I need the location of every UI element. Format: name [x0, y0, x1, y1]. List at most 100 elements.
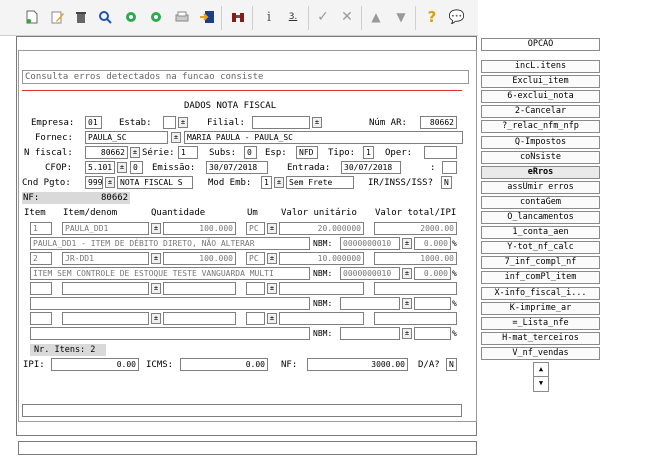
cnd-code-field[interactable]: 999 — [85, 176, 103, 189]
trash-icon[interactable] — [73, 9, 89, 25]
fornec-code-field[interactable]: PAULA_SC — [85, 131, 168, 144]
option-consiste[interactable]: coNsiste — [481, 150, 600, 164]
item-qty-field[interactable] — [163, 312, 236, 325]
option-o-lancamentos[interactable]: O_lancamentos — [481, 211, 600, 224]
option-2-cancelar[interactable]: 2-Cancelar — [481, 105, 600, 119]
estab-lookup-button[interactable]: ± — [178, 117, 188, 128]
um-lookup-button[interactable]: ± — [267, 283, 277, 294]
scroll-up-button[interactable]: ▲ — [534, 363, 548, 377]
item-qty-field[interactable]: 100.000 — [163, 222, 236, 235]
item-um-field[interactable]: PC — [246, 252, 265, 265]
item-number-field[interactable] — [30, 282, 52, 295]
esp-field[interactable]: NFD — [296, 146, 318, 159]
ipi-percent-field[interactable] — [414, 297, 451, 310]
item-lookup-button[interactable]: ± — [151, 283, 161, 294]
print-icon[interactable] — [174, 9, 190, 25]
item-code-field[interactable]: JR-DD1 — [62, 252, 149, 265]
tipo-field[interactable]: 1 — [363, 146, 374, 159]
item-qty-field[interactable]: 100.000 — [163, 252, 236, 265]
cfop-field[interactable]: 5.101 — [85, 161, 115, 174]
option-6-exclui-nota[interactable]: 6-exclui_nota — [481, 90, 600, 104]
info-i-icon[interactable]: i — [261, 9, 277, 25]
num-ar-field[interactable]: 80662 — [420, 116, 457, 129]
item-code-field[interactable] — [62, 282, 149, 295]
scroll-down-button[interactable]: ▼ — [534, 377, 548, 391]
item-code-field[interactable]: PAULA_DD1 — [62, 222, 149, 235]
option-q-impostos[interactable]: Q-Impostos — [481, 135, 600, 149]
option-7-inf-compl-nf[interactable]: 7_inf_compl_nf — [481, 256, 600, 270]
item-total-field[interactable]: 2000.00 — [374, 222, 457, 235]
item-number-field[interactable]: 1 — [30, 222, 52, 235]
cnd-lookup-button[interactable]: ± — [105, 177, 115, 188]
estab-field[interactable] — [163, 116, 176, 129]
option-inf-compl-item[interactable]: inf_comPl_item — [481, 271, 600, 285]
item-total-field[interactable]: 1000.00 — [374, 252, 457, 265]
exit-icon[interactable] — [199, 9, 215, 25]
nfiscal-lookup-button[interactable]: ± — [130, 147, 140, 158]
item-number-field[interactable]: 2 — [30, 252, 52, 265]
item-code-field[interactable] — [62, 312, 149, 325]
empresa-field[interactable]: 01 — [85, 116, 102, 129]
oper-field[interactable] — [424, 146, 457, 159]
option-x-info-fiscal-i[interactable]: X-info_fiscal_i... — [481, 286, 600, 300]
item-um-field[interactable] — [246, 282, 265, 295]
option-incl-itens[interactable]: incL.itens — [481, 60, 600, 73]
nbm-lookup-button[interactable]: ± — [402, 238, 412, 249]
info-3-icon[interactable]: 3. — [285, 9, 301, 25]
binoculars-icon[interactable] — [230, 9, 246, 25]
item-lookup-button[interactable]: ± — [151, 253, 161, 264]
chat-icon[interactable]: 💬 — [449, 9, 465, 25]
nbm-lookup-button[interactable]: ± — [402, 268, 412, 279]
filial-field[interactable] — [252, 116, 310, 129]
cross-icon[interactable]: ✕ — [339, 9, 355, 25]
da-field[interactable]: N — [446, 358, 457, 371]
ir-inss-iss-field[interactable]: N — [441, 176, 452, 189]
um-lookup-button[interactable]: ± — [267, 223, 277, 234]
serie-field[interactable]: 1 — [178, 146, 198, 159]
mod-emb-field[interactable]: 1 — [261, 176, 272, 189]
item-unit-price-field[interactable] — [279, 282, 364, 295]
option-relac-nfm-nfp[interactable]: ?_relac_nfm_nfp — [481, 120, 600, 134]
cfop-lookup-button[interactable]: ± — [117, 162, 127, 173]
emissao-field[interactable]: 30/07/2018 — [206, 161, 268, 174]
item-lookup-button[interactable]: ± — [151, 223, 161, 234]
mod-emb-lookup-button[interactable]: ± — [274, 177, 284, 188]
item-total-field[interactable] — [374, 312, 457, 325]
nbm-field[interactable] — [340, 327, 400, 340]
cfop-seq-field[interactable]: 0 — [130, 161, 143, 174]
option-y-tot-nf-calc[interactable]: Y-tot_nf_calc — [481, 241, 600, 255]
item-lookup-button[interactable]: ± — [151, 313, 161, 324]
edit-pencil-icon[interactable] — [50, 9, 66, 25]
ipi-percent-field[interactable]: 0.000 — [414, 267, 451, 280]
nfiscal-field[interactable]: 80662 — [85, 146, 128, 159]
nbm-field[interactable] — [340, 297, 400, 310]
option-erros[interactable]: eRros — [481, 165, 600, 179]
um-lookup-button[interactable]: ± — [267, 313, 277, 324]
help-question-icon[interactable]: ? — [424, 8, 440, 26]
item-um-field[interactable]: PC — [246, 222, 265, 235]
ipi-percent-field[interactable] — [414, 327, 451, 340]
fornec-lookup-button[interactable]: ± — [171, 132, 181, 143]
search-input[interactable]: Consulta erros detectados na funcao cons… — [22, 70, 469, 84]
item-unit-price-field[interactable]: 10.000000 — [279, 252, 364, 265]
entrada-field[interactable]: 30/07/2018 — [341, 161, 401, 174]
item-total-field[interactable] — [374, 282, 457, 295]
option-v-nf-vendas[interactable]: V_nf_vendas — [481, 346, 600, 360]
option-k-imprime-ar[interactable]: K-imprime_ar — [481, 301, 600, 315]
nbm-lookup-button[interactable]: ± — [402, 328, 412, 339]
option-lista-nfe[interactable]: =_Lista_nfe — [481, 316, 600, 330]
subs-field[interactable]: 0 — [244, 146, 257, 159]
down-triangle-icon[interactable]: ▼ — [393, 9, 409, 25]
extra-field[interactable] — [442, 161, 457, 174]
new-doc-icon[interactable] — [24, 9, 40, 25]
option-h-mat-terceiros[interactable]: H-mat_terceiros — [481, 331, 600, 345]
up-triangle-icon[interactable]: ▲ — [368, 9, 384, 25]
um-lookup-button[interactable]: ± — [267, 253, 277, 264]
nbm-lookup-button[interactable]: ± — [402, 298, 412, 309]
item-qty-field[interactable] — [163, 282, 236, 295]
option-exclui-item[interactable]: Exclui_item — [481, 75, 600, 89]
item-unit-price-field[interactable]: 20.000000 — [279, 222, 364, 235]
option-contagem[interactable]: contaGem — [481, 195, 600, 209]
item-number-field[interactable] — [30, 312, 52, 325]
item-um-field[interactable] — [246, 312, 265, 325]
